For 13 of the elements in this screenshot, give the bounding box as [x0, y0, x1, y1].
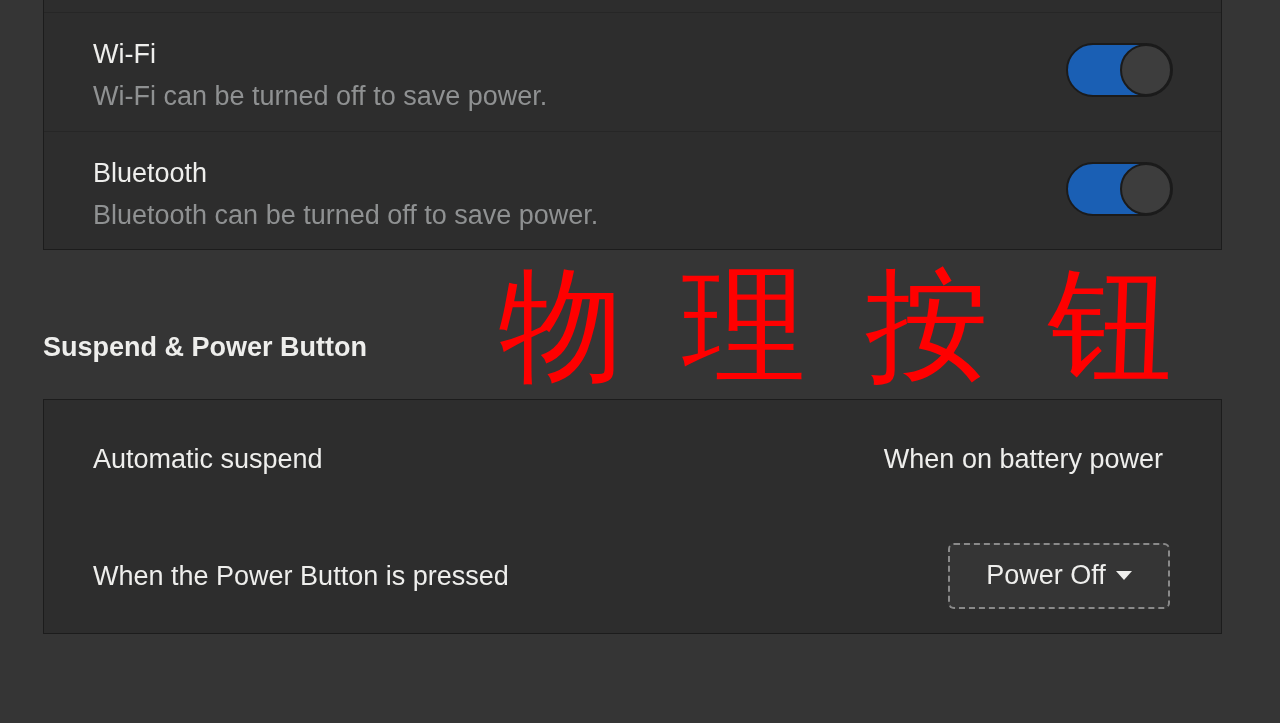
setting-description: Bluetooth can be turned off to save power.: [93, 198, 599, 232]
setting-description: Wi-Fi can be turned off to save power.: [93, 80, 548, 113]
setting-label: Automatic suspend: [93, 442, 323, 476]
toggle-switch[interactable]: [1066, 161, 1173, 216]
section-heading: Suspend & Power Button: [43, 331, 367, 364]
toggle-switch[interactable]: [1066, 43, 1173, 97]
annotation-text: 物 理 按 钮: [499, 262, 1186, 392]
setting-value[interactable]: When on battery power: [883, 441, 1163, 476]
setting-title: Bluetooth: [93, 156, 209, 190]
dropdown-button[interactable]: Power Off: [948, 542, 1170, 609]
setting-title: Wi-Fi: [93, 38, 157, 71]
caret-icon: [1115, 571, 1132, 580]
setting-label: When the Power Button is pressed: [93, 559, 509, 593]
